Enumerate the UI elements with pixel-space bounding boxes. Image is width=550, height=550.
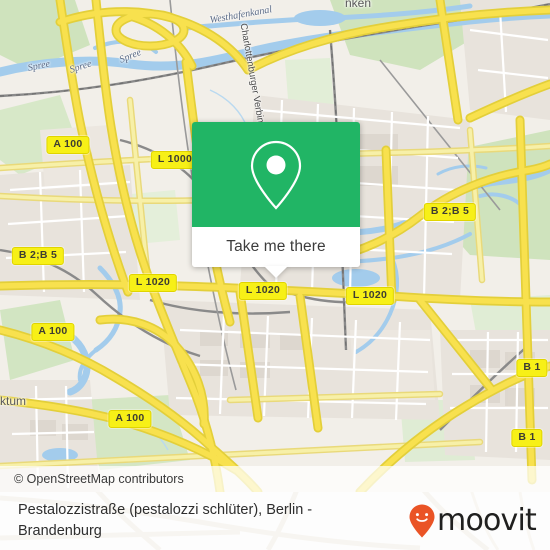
take-me-there-popup[interactable]: Take me there xyxy=(192,122,360,278)
road-shield: L 1020 xyxy=(238,282,288,300)
moovit-map-share-card: Spree Spree Spree Westhafenkanal Charlottenb… xyxy=(0,0,550,550)
take-me-there-label: Take me there xyxy=(226,238,326,255)
map-attribution-bar: © OpenStreetMap contributors xyxy=(0,466,550,492)
road-shield: B 2;B 5 xyxy=(423,203,477,221)
road-shield: A 100 xyxy=(108,410,152,428)
popup-footer[interactable]: Take me there xyxy=(192,227,360,278)
road-shield: A 100 xyxy=(46,136,90,154)
popup-pointer xyxy=(264,266,288,278)
footer-bar: Pestalozzistraße (pestalozzi schlüter), … xyxy=(0,492,550,550)
road-shield: B 1 xyxy=(516,359,548,377)
popup-header xyxy=(192,122,360,227)
map-pin-icon xyxy=(250,140,302,210)
moovit-wordmark: moovit xyxy=(437,503,537,538)
road-shield: B 2;B 5 xyxy=(11,247,65,265)
location-title: Pestalozzistraße (pestalozzi schlüter), … xyxy=(18,502,313,539)
road-shield: A 100 xyxy=(31,323,75,341)
osm-attribution-text[interactable]: © OpenStreetMap contributors xyxy=(0,472,184,486)
road-shield: B 1 xyxy=(511,429,543,447)
moovit-pin-smiley-icon xyxy=(409,504,435,538)
map-canvas[interactable]: Spree Spree Spree Westhafenkanal Charlottenb… xyxy=(0,0,550,492)
road-shield: L 1020 xyxy=(128,274,178,292)
moovit-logo[interactable]: moovit xyxy=(409,503,537,538)
road-shield: L 1020 xyxy=(345,287,395,305)
